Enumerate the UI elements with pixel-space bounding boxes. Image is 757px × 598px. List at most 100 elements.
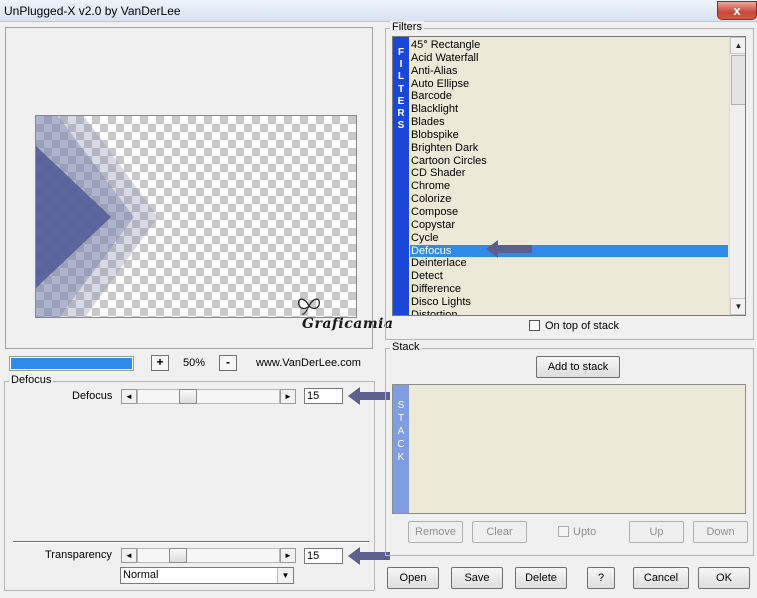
window-title: UnPlugged-X v2.0 by VanDerLee [4,4,181,18]
filter-list-item[interactable]: Disco Lights [410,296,728,309]
up-button[interactable]: Up [629,521,684,543]
side-letter: A [397,426,405,437]
filter-list-item[interactable]: CD Shader [410,167,728,180]
transparency-slider-right[interactable]: ► [280,548,296,563]
preview-shape [36,116,158,317]
close-icon: x [733,3,741,18]
side-letter: F [397,47,405,58]
transparency-slider[interactable] [137,548,280,563]
chevron-down-icon: ▼ [281,571,290,580]
defocus-slider-right[interactable]: ► [280,389,296,404]
website-link[interactable]: www.VanDerLee.com [256,357,361,369]
upto-checkbox[interactable] [558,526,569,537]
filter-list-item[interactable]: Chrome [410,180,728,193]
side-letter: C [397,439,405,450]
zoom-in-button[interactable]: + [151,355,169,371]
filter-list-item[interactable]: Blobspike [410,129,728,142]
filters-scrollbar[interactable]: ▲ ▼ [729,37,745,315]
plus-icon: + [156,355,164,369]
filters-listbox[interactable]: FILTERS 45° Rectangle Acid Waterfall Anti-… [392,36,746,316]
help-button[interactable]: ? [587,567,615,589]
defocus-slider-left[interactable]: ◄ [121,389,137,404]
scroll-down-button[interactable]: ▼ [730,298,745,315]
defocus-slider-thumb[interactable] [179,389,197,404]
filter-list-item[interactable]: Blacklight [410,103,728,116]
arrow-down-icon: ▼ [734,302,743,311]
on-top-checkbox[interactable] [529,320,540,331]
stack-side-strip: STACK [393,385,409,513]
filter-list-item[interactable]: Auto Ellipse [410,78,728,91]
filters-side-letters: FILTERS [393,47,409,132]
ok-button[interactable]: OK [698,567,750,589]
remove-button[interactable]: Remove [408,521,463,543]
side-letter: S [397,120,405,132]
save-button[interactable]: Save [451,567,503,589]
transparency-slider-left[interactable]: ◄ [121,548,137,563]
stack-listbox[interactable]: STACK [392,384,746,514]
transparency-separator [13,541,369,543]
filter-list-item[interactable]: Deinterlace [410,257,728,270]
stack-group-label: Stack [390,341,422,353]
filter-list-item[interactable]: Detect [410,270,728,283]
filter-list-item[interactable]: Compose [410,206,728,219]
cancel-button[interactable]: Cancel [633,567,689,589]
side-letter: S [397,400,405,411]
down-button[interactable]: Down [693,521,748,543]
filter-list: 45° Rectangle Acid Waterfall Anti-Alias Aut… [410,39,728,315]
defocus-slider[interactable] [137,389,280,404]
arrow-left-icon: ◄ [125,551,133,560]
filter-list-item[interactable]: 45° Rectangle [410,39,728,52]
add-to-stack-button[interactable]: Add to stack [536,356,620,378]
filter-list-item[interactable]: Cycle [410,232,728,245]
filter-list-item[interactable]: Cartoon Circles [410,155,728,168]
filter-list-item[interactable]: Colorize [410,193,728,206]
clear-button[interactable]: Clear [472,521,527,543]
blend-mode-dropdown[interactable]: Normal ▼ [120,567,294,584]
upto-label: Upto [573,526,597,538]
filter-list-item[interactable]: Distortion [410,309,728,315]
side-letter: L [397,71,405,83]
filters-side-strip: FILTERS [393,37,409,315]
transparency-slider-thumb[interactable] [169,548,187,563]
filter-list-item[interactable]: Difference [410,283,728,296]
filter-list-item[interactable]: Copystar [410,219,728,232]
progress-fill [11,358,132,369]
filter-list-item[interactable]: Defocus [410,244,728,258]
minus-icon: - [226,355,230,369]
watermark-text: Graficamia [302,316,394,332]
filters-group-label: Filters [390,21,424,33]
close-button[interactable]: x [717,1,757,20]
side-letter: T [397,413,405,424]
arrow-right-icon: ► [284,392,292,401]
filter-list-item[interactable]: Acid Waterfall [410,52,728,65]
zoom-level: 50% [183,357,206,369]
butterfly-icon [298,298,320,315]
scroll-up-button[interactable]: ▲ [730,37,745,54]
defocus-value-field[interactable]: 15 [304,388,343,404]
filter-list-item[interactable]: Blades [410,116,728,129]
zoom-out-button[interactable]: - [219,355,237,371]
scroll-thumb[interactable] [731,55,745,105]
preview-canvas [35,115,357,318]
title-bar: UnPlugged-X v2.0 by VanDerLee x [0,0,757,22]
side-letter: I [399,59,403,71]
dropdown-arrow-button[interactable]: ▼ [277,568,293,583]
defocus-group-label: Defocus [9,374,54,386]
transparency-value-field[interactable]: 15 [304,548,343,564]
blend-mode-value: Normal [123,569,159,581]
transparency-label: Transparency [45,549,112,561]
progress-bar [9,356,134,371]
arrow-up-icon: ▲ [734,41,743,50]
filter-list-item[interactable]: Barcode [410,90,728,103]
defocus-param-label: Defocus [72,390,113,402]
preview-panel: Graficamia [5,27,393,349]
filter-list-item[interactable]: Brighten Dark [410,142,728,155]
open-button[interactable]: Open [387,567,439,589]
filter-list-item[interactable]: Anti-Alias [410,65,728,78]
side-letter: T [397,83,405,95]
side-letter: R [397,108,405,120]
stack-side-letters: STACK [393,399,409,464]
arrow-right-icon: ► [284,551,292,560]
side-letter: E [397,95,405,107]
delete-button[interactable]: Delete [515,567,567,589]
